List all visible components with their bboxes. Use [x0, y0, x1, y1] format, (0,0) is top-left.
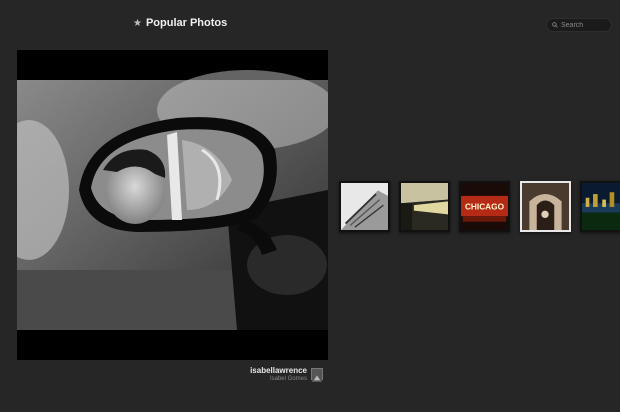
author-full-name: Isabel Gomes: [269, 376, 307, 382]
page-title: ★ Popular Photos: [133, 17, 227, 29]
thumbnail-photo[interactable]: [339, 181, 390, 232]
search-icon: [552, 22, 558, 28]
thumbnail-photo-selected[interactable]: [520, 181, 571, 232]
star-icon: ★: [133, 17, 142, 29]
thumbnail-photo[interactable]: CHICAGO: [459, 181, 510, 232]
chicago-sign-text: CHICAGO: [465, 202, 505, 212]
search-input[interactable]: [561, 21, 611, 29]
author-username[interactable]: isabellawrence: [250, 366, 307, 375]
featured-photo[interactable]: [17, 50, 328, 360]
thumbnail-photo[interactable]: [399, 181, 450, 232]
photo-author[interactable]: isabellawrence Isabel Gomes: [250, 366, 307, 382]
thumbnail-photo[interactable]: [580, 181, 620, 232]
avatar[interactable]: [311, 368, 323, 382]
search-box[interactable]: [546, 18, 612, 32]
page-title-text: Popular Photos: [145, 17, 228, 29]
